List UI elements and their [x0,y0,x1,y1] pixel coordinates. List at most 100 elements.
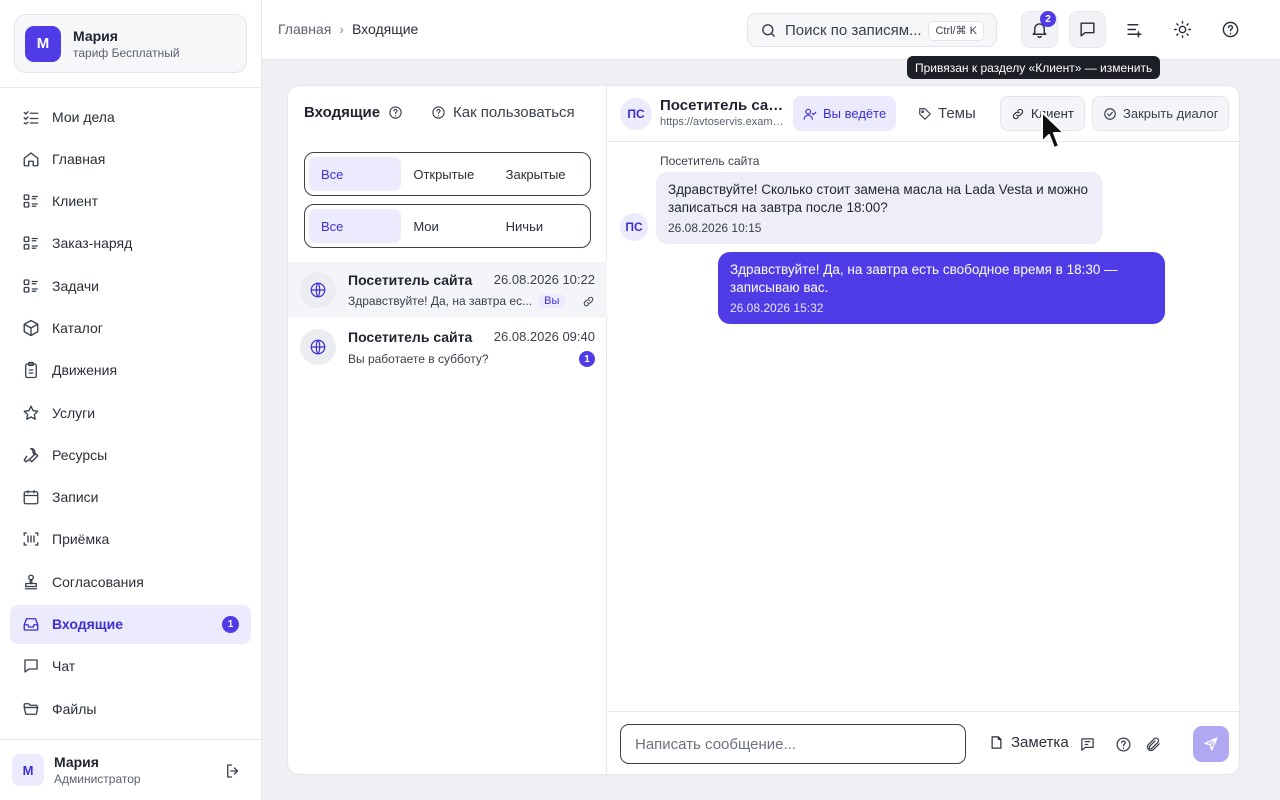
inbox-icon [23,618,39,631]
sidebar-item-intake[interactable]: Приёмка [10,520,251,559]
globe-icon [310,339,326,355]
client-link-tooltip: Привязан к разделу «Клиент» — изменить [907,56,1161,79]
sidebar-item-label: Заказ-наряд [52,235,133,252]
sidebar-item-label: Чат [52,658,76,675]
inbox-card: Входящие Как пользоваться Все Открытые З… [287,85,1240,775]
send-button[interactable] [1193,726,1229,762]
conversation-time: 26.08.2026 10:22 [493,272,595,287]
owner-filter-unassigned[interactable]: Ничьи [494,209,586,243]
how-to-use-link[interactable]: Как пользоваться [431,104,575,121]
conversation-item[interactable]: Посетитель сайта 26.08.2026 09:40 Вы раб… [288,319,607,375]
sidebar-item-services[interactable]: Услуги [10,393,251,432]
outgoing-message: Здравствуйте! Да, на завтра есть свободн… [718,252,1165,324]
sidebar-item-inbox[interactable]: Входящие 1 [10,604,251,644]
sidebar-item-movements[interactable]: Движения [10,351,251,390]
message-input[interactable] [620,724,966,764]
conversation-snippet: Здравствуйте! Да, на завтра ес... [348,294,533,308]
sidebar-item-label: Главная [52,150,106,167]
sidebar-item-tasks[interactable]: Задачи [10,266,251,305]
sidebar-divider [0,87,262,88]
sidebar-item-files[interactable]: Файлы [10,689,251,728]
link-icon [1012,108,1024,119]
chat-contact-name: Посетитель сайта [660,97,788,114]
quick-add-button[interactable] [1116,11,1153,48]
close-dialog-button[interactable]: Закрыть диалог [1092,96,1230,131]
sidebar-item-label: Каталог [52,319,103,336]
topics-button[interactable]: Темы [908,96,986,131]
how-to-use-label: Как пользоваться [453,104,575,121]
scan-icon [23,532,39,547]
list-plus-icon [1127,23,1142,38]
note-button-label: Заметка [1011,734,1069,751]
breadcrumb-home[interactable]: Главная [278,21,331,37]
search-input[interactable]: Поиск по записям... Ctrl/⌘ K [747,13,997,47]
incoming-message: Здравствуйте! Сколько стоит замена масла… [656,172,1103,244]
sidebar-item-label: Задачи [52,277,100,294]
help-button[interactable] [1212,11,1249,48]
org-plan: тариф Бесплатный [73,45,180,60]
templates-icon[interactable] [1079,736,1096,753]
sidebar-nav: Мои дела Главная Клиент Заказ-наряд Зада… [10,97,251,731]
logout-icon[interactable] [224,762,242,780]
chat-header: ПС Посетитель сайта https://avtoservis.e… [608,86,1239,142]
theme-toggle-button[interactable] [1164,11,1201,48]
send-icon [1204,737,1218,751]
avatar: М [12,754,44,786]
status-filter-all[interactable]: Все [309,157,402,191]
sidebar-item-label: Приёмка [52,531,110,548]
note-button[interactable]: Заметка [989,734,1069,751]
mouse-cursor-icon [1041,111,1065,149]
conversation-avatar [300,272,336,308]
help-icon[interactable] [1115,736,1132,753]
unread-count-badge: 1 [579,351,595,367]
sidebar-item-bookings[interactable]: Записи [10,478,251,517]
notification-count-badge: 2 [1040,11,1056,27]
clipboard-icon [25,362,37,379]
sidebar-item-work-order[interactable]: Заказ-наряд [10,224,251,263]
sidebar-item-catalog[interactable]: Каталог [10,308,251,347]
conversation-item[interactable]: Посетитель сайта 26.08.2026 10:22 Здравс… [288,262,607,318]
owner-filter: Все Мои Ничьи [304,204,591,248]
message-time: 26.08.2026 15:32 [730,301,824,315]
sidebar-item-my-tasks[interactable]: Мои дела [10,97,251,136]
status-filter-open[interactable]: Открытые [401,157,493,191]
sidebar-item-client[interactable]: Клиент [10,182,251,221]
assignee-button-label: Вы ведёте [823,106,887,121]
help-icon[interactable] [388,105,403,120]
user-profile[interactable]: М Мария Администратор [0,739,262,800]
inbox-count-badge: 1 [222,615,239,633]
help-icon [432,106,445,119]
sun-icon [1173,20,1192,39]
note-icon [991,736,1002,749]
paperclip-icon[interactable] [1145,736,1162,753]
chat-contact-url[interactable]: https://avtoservis.example.ru [660,116,786,128]
list-icon [23,279,38,293]
help-icon [1222,21,1239,38]
sidebar-item-label: Движения [52,362,118,379]
org-switcher[interactable]: М Мария тариф Бесплатный [14,14,247,73]
assignee-button[interactable]: Вы ведёте [793,96,897,131]
messages-button[interactable] [1069,11,1106,48]
notifications-button[interactable]: 2 [1021,11,1058,48]
sidebar-item-resources[interactable]: Ресурсы [10,435,251,474]
user-check-icon [803,108,817,120]
sidebar: М Мария тариф Бесплатный Мои дела Главна… [0,0,262,800]
sidebar-item-approvals[interactable]: Согласования [10,562,251,601]
owner-filter-mine[interactable]: Мои [401,209,493,243]
assignee-tag: Вы [538,294,566,308]
check-circle-icon [1104,107,1116,120]
chat-pane: ПС Посетитель сайта https://avtoservis.e… [608,86,1239,774]
message-time: 26.08.2026 10:15 [668,221,762,235]
folder-icon [23,702,39,715]
sidebar-item-chat[interactable]: Чат [10,647,251,686]
page-title: Входящие [304,104,381,121]
tag-icon [919,107,931,120]
chat-icon [24,659,38,674]
user-role: Администратор [54,772,141,786]
chat-icon [1080,22,1095,37]
close-dialog-button-label: Закрыть диалог [1123,106,1219,121]
sidebar-item-home[interactable]: Главная [10,139,251,178]
owner-filter-all[interactable]: Все [309,209,402,243]
conversation-name: Посетитель сайта [348,272,473,288]
status-filter-closed[interactable]: Закрытые [494,157,586,191]
